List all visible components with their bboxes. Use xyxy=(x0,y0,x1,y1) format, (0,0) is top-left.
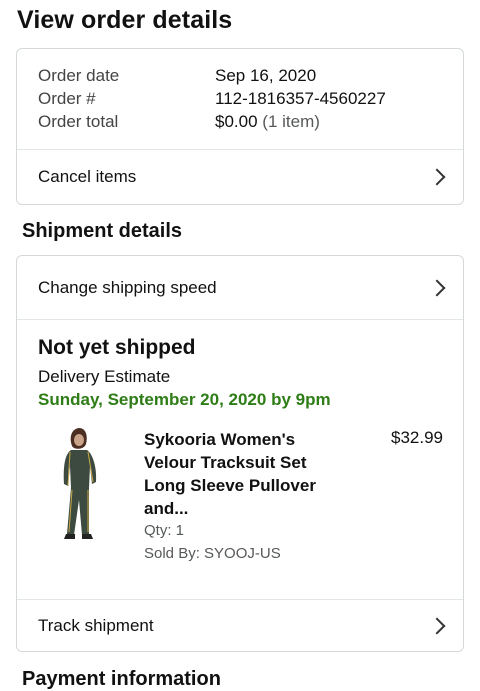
chevron-right-icon xyxy=(428,279,446,296)
change-shipping-speed-label: Change shipping speed xyxy=(38,277,217,297)
order-item-count: (1 item) xyxy=(262,112,320,131)
order-date-label: Order date xyxy=(38,66,120,85)
chevron-right-icon xyxy=(428,617,446,635)
shipment-card: Change shipping speed Not yet shipped De… xyxy=(16,255,464,652)
shipment-status: Not yet shipped xyxy=(38,336,196,359)
shipment-section-title: Shipment details xyxy=(22,220,183,242)
track-shipment-row[interactable]: Track shipment xyxy=(17,600,463,651)
cancel-items-label: Cancel items xyxy=(38,167,137,186)
track-shipment-label: Track shipment xyxy=(38,616,154,635)
payment-section-title: Payment information xyxy=(22,668,221,690)
product-seller: Sold By: SYOOJ-US xyxy=(144,545,281,562)
chevron-right-icon xyxy=(428,168,446,186)
order-number-label: Order # xyxy=(38,89,96,108)
delivery-estimate-label: Delivery Estimate xyxy=(38,367,171,386)
order-date-value: Sep 16, 2020 xyxy=(215,66,317,85)
page-title: View order details xyxy=(17,6,233,34)
cancel-items-row[interactable]: Cancel items xyxy=(17,150,463,204)
order-date-row: Order date Sep 16, 2020 xyxy=(38,66,447,89)
product-price: $32.99 xyxy=(391,428,443,447)
order-summary-card: Order date Sep 16, 2020 Order # 112-1816… xyxy=(16,48,464,205)
order-number-row: Order # 112-1816357-4560227 xyxy=(38,89,447,112)
change-shipping-speed-row[interactable]: Change shipping speed xyxy=(17,256,463,319)
order-total-amount: $0.00 xyxy=(215,112,258,131)
delivery-estimate-date: Sunday, September 20, 2020 by 9pm xyxy=(38,390,331,409)
order-total-row: Order total $0.00 (1 item) xyxy=(38,112,447,135)
tracksuit-product-image[interactable] xyxy=(55,426,107,544)
product-title-link[interactable]: Sykooria Women's Velour Tracksuit Set Lo… xyxy=(144,428,334,520)
divider xyxy=(17,319,463,320)
tracksuit-figure-icon xyxy=(63,428,97,539)
order-total-label: Order total xyxy=(38,112,119,131)
order-number-value: 112-1816357-4560227 xyxy=(215,89,386,108)
product-quantity: Qty: 1 xyxy=(144,522,185,539)
order-total-value: $0.00 (1 item) xyxy=(215,112,320,135)
